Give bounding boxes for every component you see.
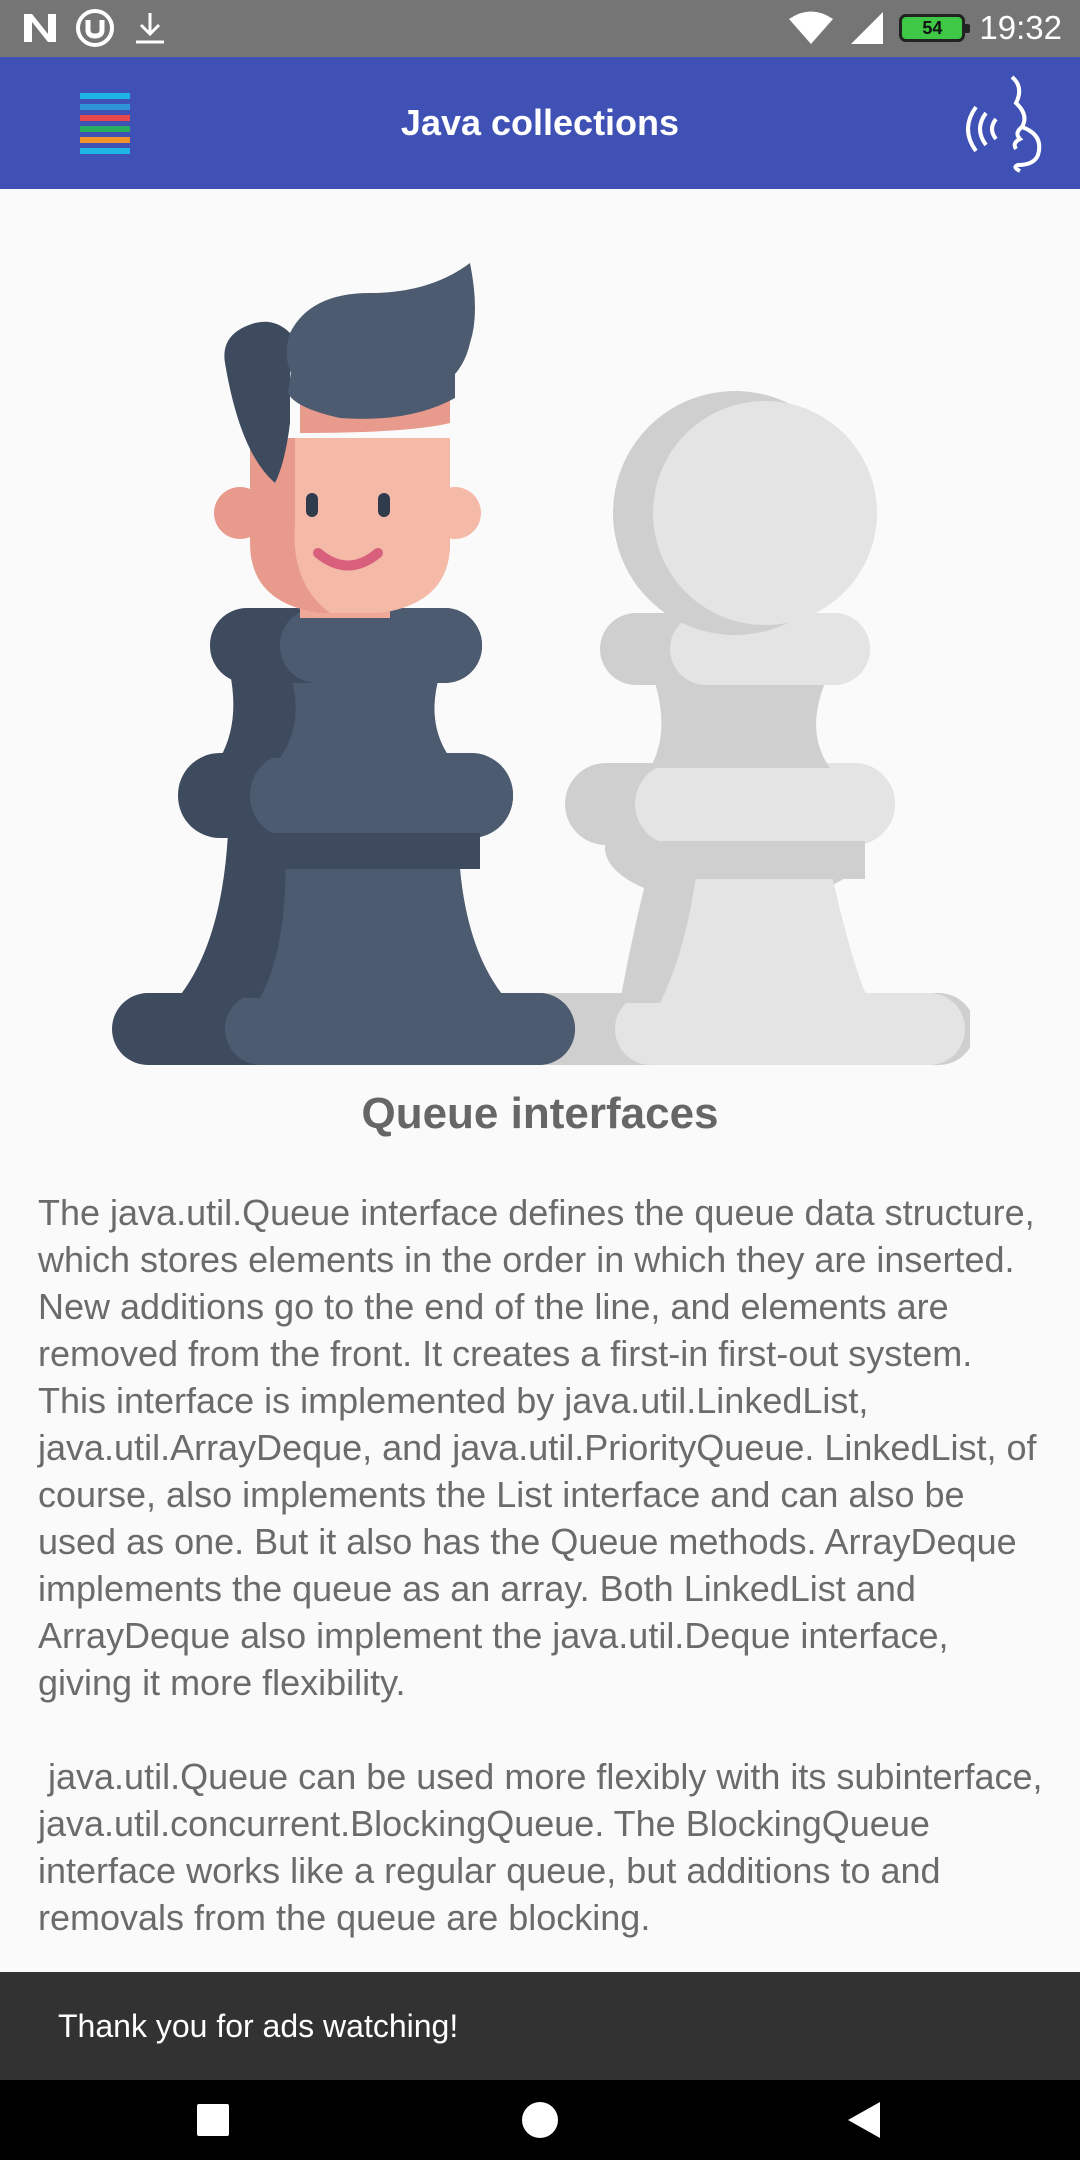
utorrent-icon	[76, 9, 114, 47]
chess-illustration	[112, 263, 970, 1065]
status-time: 19:32	[979, 9, 1062, 46]
navigation-bar	[0, 2080, 1080, 2160]
status-bar: 54 19:32	[0, 0, 1080, 57]
n-notification-icon	[24, 14, 56, 42]
text-to-speech-icon	[966, 75, 1042, 173]
king-piece	[112, 263, 575, 1065]
snackbar: Thank you for ads watching!	[0, 1972, 1080, 2080]
article-body: The java.util.Queue interface defines th…	[38, 1189, 1048, 1941]
recents-button[interactable]	[153, 2080, 273, 2160]
signal-icon	[851, 12, 884, 44]
section-title: Queue interfaces	[361, 1089, 719, 1138]
home-circle-icon	[522, 2102, 558, 2138]
recents-square-icon	[197, 2104, 229, 2136]
battery-level: 54	[922, 17, 943, 38]
download-icon	[136, 13, 164, 44]
article-paragraph: java.util.Queue can be used more flexibl…	[38, 1756, 1053, 1938]
home-button[interactable]	[480, 2080, 600, 2160]
article-paragraph: The java.util.Queue interface defines th…	[38, 1192, 1047, 1703]
wifi-icon	[789, 11, 834, 44]
pawn-piece	[425, 391, 970, 1065]
back-button[interactable]	[804, 2080, 924, 2160]
app-bar: Java collections	[0, 57, 1080, 189]
back-triangle-icon	[848, 2102, 880, 2138]
text-to-speech-button[interactable]	[954, 73, 1054, 173]
app-title: Java collections	[400, 102, 680, 143]
snackbar-message: Thank you for ads watching!	[58, 2008, 459, 2044]
battery-icon: 54	[899, 14, 971, 42]
content-area[interactable]: Queue interfaces The java.util.Queue int…	[0, 189, 1080, 1972]
